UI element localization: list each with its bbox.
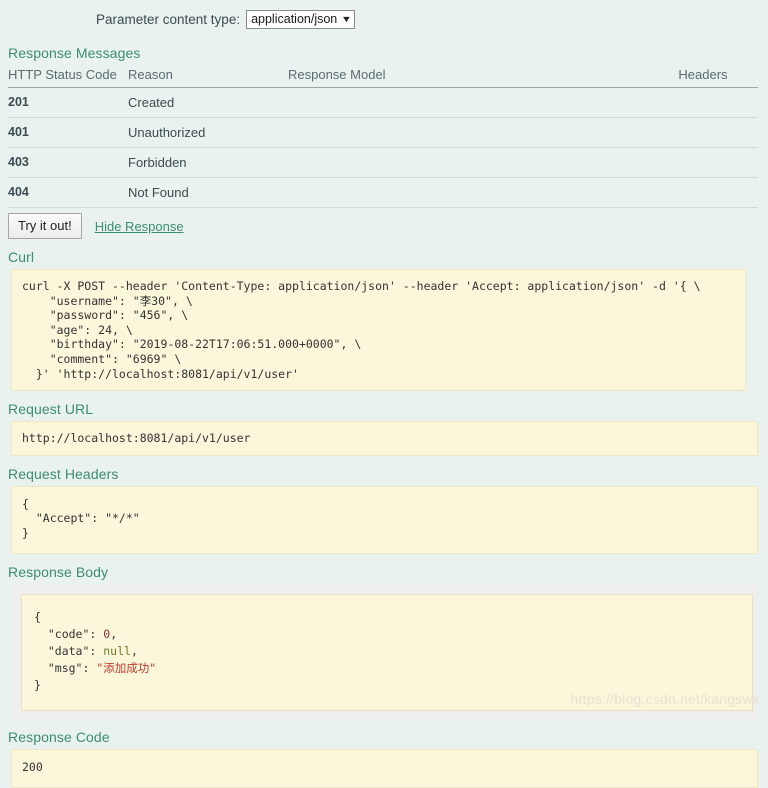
- response-model-cell: [288, 147, 648, 178]
- column-response-model: Response Model: [288, 65, 648, 88]
- status-code-cell: 201: [8, 87, 128, 118]
- headers-cell: [648, 177, 758, 208]
- parameter-content-type-value: application/json: [251, 12, 338, 26]
- response-body-wrapper: { "code": 0, "data": null, "msg": "添加成功"…: [11, 583, 758, 721]
- try-it-out-button[interactable]: Try it out!: [8, 213, 82, 239]
- response-model-cell: [288, 117, 648, 148]
- status-code-cell: 404: [8, 177, 128, 208]
- response-body-block: { "code": 0, "data": null, "msg": "添加成功"…: [21, 593, 753, 711]
- status-code-cell: 401: [8, 117, 128, 148]
- response-body-heading: Response Body: [8, 563, 109, 580]
- reason-cell: Created: [128, 87, 288, 118]
- reason-cell: Not Found: [128, 177, 288, 208]
- headers-cell: [648, 117, 758, 148]
- json-value-msg: "添加成功": [96, 660, 157, 675]
- headers-cell: [648, 147, 758, 178]
- chevron-down-icon: ▼: [341, 14, 353, 24]
- request-url-heading: Request URL: [8, 401, 94, 418]
- json-value-data: null: [103, 643, 131, 658]
- json-comma-code: ,: [110, 626, 118, 641]
- headers-cell: [648, 87, 758, 118]
- json-key-code: "code":: [34, 626, 104, 641]
- column-http-status-code: HTTP Status Code: [8, 65, 128, 88]
- response-model-cell: [288, 177, 648, 208]
- request-headers-block: { "Accept": "*/*" }: [11, 485, 758, 554]
- response-model-cell: [288, 87, 648, 118]
- response-code-heading: Response Code: [8, 728, 110, 745]
- action-bar: Try it out! Hide Response: [8, 213, 768, 239]
- table-row: 401 Unauthorized: [8, 117, 758, 148]
- hide-response-link[interactable]: Hide Response: [95, 219, 184, 234]
- response-messages-table: HTTP Status Code Reason Response Model H…: [8, 65, 758, 208]
- parameter-content-type-row: Parameter content type: application/json…: [96, 0, 768, 35]
- table-row: 403 Forbidden: [8, 147, 758, 178]
- json-key-msg: "msg":: [34, 660, 97, 675]
- reason-cell: Forbidden: [128, 147, 288, 178]
- table-header-row: HTTP Status Code Reason Response Model H…: [8, 65, 758, 88]
- status-code-cell: 403: [8, 147, 128, 178]
- json-key-data: "data":: [34, 643, 104, 658]
- column-reason: Reason: [128, 65, 288, 88]
- parameter-content-type-select[interactable]: application/json ▼: [246, 10, 356, 29]
- response-messages-heading: Response Messages: [8, 45, 141, 61]
- table-row: 404 Not Found: [8, 177, 758, 208]
- parameter-content-type-label: Parameter content type:: [96, 12, 241, 27]
- request-url-block: http://localhost:8081/api/v1/user: [11, 421, 758, 456]
- curl-command-block: curl -X POST --header 'Content-Type: app…: [11, 269, 746, 392]
- column-headers: Headers: [648, 65, 758, 88]
- json-comma-data: ,: [130, 643, 138, 658]
- reason-cell: Unauthorized: [128, 117, 288, 148]
- response-code-block: 200: [11, 748, 758, 788]
- curl-heading: Curl: [8, 249, 35, 265]
- json-open-brace: {: [34, 609, 41, 624]
- request-headers-heading: Request Headers: [8, 465, 119, 482]
- json-close-brace: }: [34, 677, 41, 692]
- table-row: 201 Created: [8, 87, 758, 118]
